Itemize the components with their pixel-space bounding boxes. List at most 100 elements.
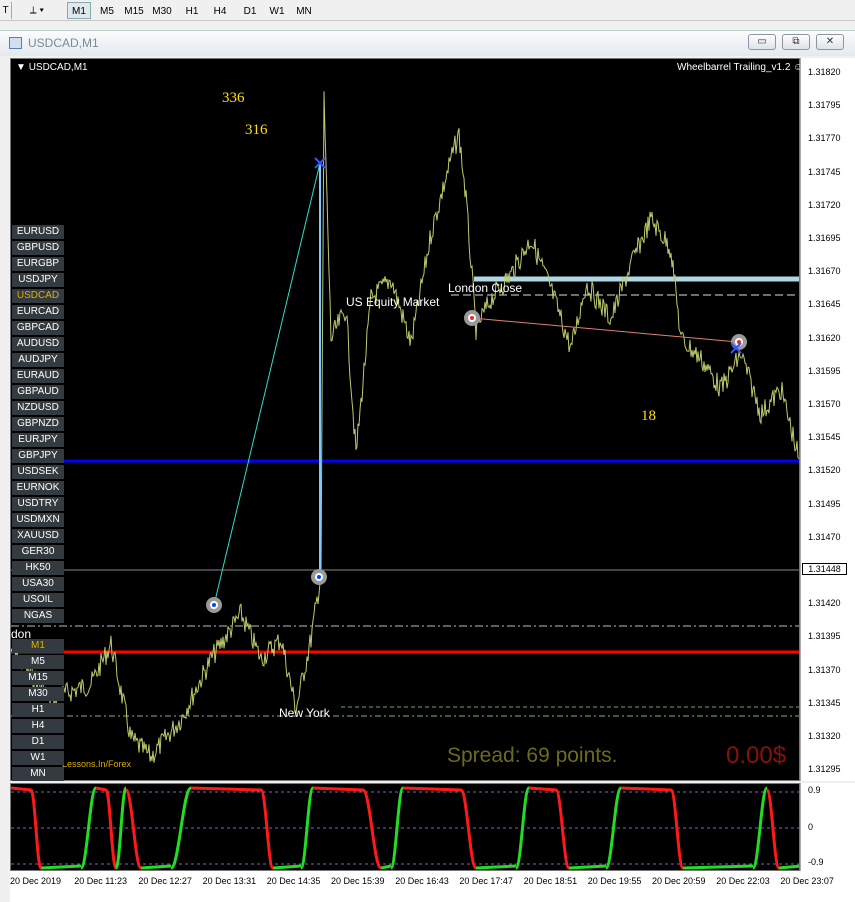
indicator-segment bbox=[568, 864, 607, 870]
tf-panel-button-d1[interactable]: D1 bbox=[12, 735, 64, 749]
toolbar-tf-m1[interactable]: M1 bbox=[67, 2, 91, 19]
toolbar-tf-h4[interactable]: H4 bbox=[208, 2, 232, 19]
symbol-button-usdcad[interactable]: USDCAD bbox=[12, 289, 64, 303]
tf-panel-button-h1[interactable]: H1 bbox=[12, 703, 64, 717]
symbol-button-audjpy[interactable]: AUDJPY bbox=[12, 353, 64, 367]
toolbar-tf-m15[interactable]: M15 bbox=[122, 2, 146, 19]
indicator-segment bbox=[380, 864, 392, 870]
toolbar: T ⟂ ▾ M1 M5 M15 M30 H1 H4 D1 W1 MN bbox=[0, 0, 855, 21]
chart-window-icon bbox=[9, 37, 22, 49]
price-tick-label: 1.31620 bbox=[808, 332, 841, 343]
symbol-button-usdjpy[interactable]: USDJPY bbox=[12, 273, 64, 287]
price-axis: 1.31295 1.31320 1.31345 1.31370 1.31395 1.314… bbox=[800, 58, 855, 781]
indicator-label-top: 0.9 bbox=[808, 785, 821, 795]
symbol-button-gbpnzd[interactable]: GBPNZD bbox=[12, 417, 64, 431]
indicator-segment bbox=[402, 786, 462, 792]
toolbar-tf-w1[interactable]: W1 bbox=[265, 2, 289, 19]
toolbar-tf-h1[interactable]: H1 bbox=[180, 2, 204, 19]
indicator-segment bbox=[312, 786, 364, 792]
indicator-segment bbox=[682, 864, 754, 870]
spread-label: Spread: 69 points. bbox=[447, 744, 618, 767]
symbol-button-eurgbp[interactable]: EURGBP bbox=[12, 257, 64, 271]
price-tick-label: 1.31745 bbox=[808, 166, 841, 177]
tf-panel-button-mn[interactable]: MN bbox=[12, 767, 64, 781]
symbol-button-nzdusd[interactable]: NZDUSD bbox=[12, 401, 64, 415]
symbol-button-eurcad[interactable]: EURCAD bbox=[12, 305, 64, 319]
indicator-segment bbox=[40, 864, 82, 870]
indicator-segment bbox=[11, 786, 32, 792]
us-equity-market-label: US Equity Market bbox=[346, 295, 440, 309]
minimize-button[interactable]: ▭ bbox=[748, 34, 776, 50]
symbol-button-euraud[interactable]: EURAUD bbox=[12, 369, 64, 383]
time-tick-label: 20 Dec 13:31 bbox=[202, 876, 257, 886]
price-tick-label: 1.31370 bbox=[808, 664, 841, 675]
tf-panel-button-m30[interactable]: M30 bbox=[12, 687, 64, 701]
symbol-button-usa30[interactable]: USA30 bbox=[12, 577, 64, 591]
toolbar-tf-m5[interactable]: M5 bbox=[95, 2, 119, 19]
indicator-segment bbox=[272, 864, 302, 870]
indicator-segment bbox=[29, 788, 43, 870]
time-tick-label: 20 Dec 17:47 bbox=[459, 876, 513, 886]
symbol-button-usoil[interactable]: USOIL bbox=[12, 593, 64, 607]
line-tools-dropdown-icon[interactable]: ⟂ ▾ bbox=[22, 2, 52, 19]
price-tick-label: 1.31695 bbox=[808, 233, 841, 243]
symbol-button-eurjpy[interactable]: EURJPY bbox=[12, 433, 64, 447]
symbol-button-usdmxn[interactable]: USDMXN bbox=[12, 513, 64, 527]
indicator-segment bbox=[140, 864, 172, 870]
indicator-segment bbox=[114, 786, 128, 870]
symbol-button-gbpaud[interactable]: GBPAUD bbox=[12, 385, 64, 399]
price-tick-label: 1.31770 bbox=[808, 133, 841, 144]
symbol-button-ger30[interactable]: GER30 bbox=[12, 545, 64, 559]
price-chart-canvas bbox=[11, 91, 799, 763]
toolbar-tf-d1[interactable]: D1 bbox=[238, 2, 262, 19]
restore-button[interactable]: ⧉ bbox=[782, 34, 810, 50]
time-tick-label: 20 Dec 16:43 bbox=[395, 876, 449, 886]
symbol-button-gbpcad[interactable]: GBPCAD bbox=[12, 321, 64, 335]
indicator-segment bbox=[765, 788, 781, 870]
tf-panel-button-m15[interactable]: M15 bbox=[12, 671, 64, 685]
tf-panel-button-m1[interactable]: M1 bbox=[12, 639, 64, 653]
trade-marker-dot bbox=[470, 316, 474, 320]
symbol-button-ngas[interactable]: NGAS bbox=[12, 609, 64, 623]
cursor-icon[interactable]: T bbox=[0, 2, 12, 19]
close-button[interactable]: ✕ bbox=[816, 34, 844, 50]
toolbar-tf-m30[interactable]: M30 bbox=[150, 2, 174, 19]
toolbar-tf-mn[interactable]: MN bbox=[292, 2, 316, 19]
time-tick-label: 20 Dec 2019 bbox=[10, 876, 62, 886]
price-chart[interactable] bbox=[10, 58, 800, 781]
window-title: USDCAD,M1 bbox=[28, 36, 99, 50]
price-tick-label: 1.31470 bbox=[808, 531, 841, 542]
indicator-canvas bbox=[11, 786, 799, 870]
price-tick-label: 1.31795 bbox=[808, 100, 841, 111]
symbol-button-hk50[interactable]: HK50 bbox=[12, 561, 64, 575]
tf-panel-button-w1[interactable]: W1 bbox=[12, 751, 64, 765]
indicator-segment bbox=[95, 786, 107, 792]
symbol-button-xauusd[interactable]: XAUUSD bbox=[12, 529, 64, 543]
current-price-box: 1.31448 bbox=[802, 563, 847, 575]
symbol-button-eurusd[interactable]: EURUSD bbox=[12, 225, 64, 239]
symbol-button-gbpjpy[interactable]: GBPJPY bbox=[12, 449, 64, 463]
price-tick-label: 1.31720 bbox=[808, 199, 841, 210]
indicator-label-zero: 0 bbox=[808, 822, 814, 832]
tf-panel-button-m5[interactable]: M5 bbox=[12, 655, 64, 669]
indicator-segment bbox=[190, 786, 262, 792]
annotation-18: 18 bbox=[641, 408, 656, 424]
symbol-button-usdsek[interactable]: USDSEK bbox=[12, 465, 64, 479]
symbol-button-gbpusd[interactable]: GBPUSD bbox=[12, 241, 64, 255]
price-tick-label: 1.31420 bbox=[808, 598, 841, 609]
symbol-button-audusd[interactable]: AUDUSD bbox=[12, 337, 64, 351]
indicator-segment bbox=[104, 788, 118, 870]
trade-line-sell bbox=[471, 317, 739, 343]
indicator-segment bbox=[459, 788, 478, 870]
indicator-window[interactable] bbox=[10, 783, 800, 871]
tf-panel-button-h4[interactable]: H4 bbox=[12, 719, 64, 733]
time-tick-label: 20 Dec 19:55 bbox=[587, 876, 642, 886]
time-tick-label: 20 Dec 18:51 bbox=[523, 876, 578, 886]
price-tick-label: 1.31820 bbox=[808, 67, 841, 77]
symbol-button-usdtry[interactable]: USDTRY bbox=[12, 497, 64, 511]
symbol-button-eurnok[interactable]: EURNOK bbox=[12, 481, 64, 495]
indicator-segment bbox=[361, 788, 383, 870]
annotation-336: 336 bbox=[222, 90, 245, 106]
time-tick-label: 20 Dec 12:27 bbox=[138, 876, 192, 886]
price-tick-label: 1.31295 bbox=[808, 764, 841, 775]
